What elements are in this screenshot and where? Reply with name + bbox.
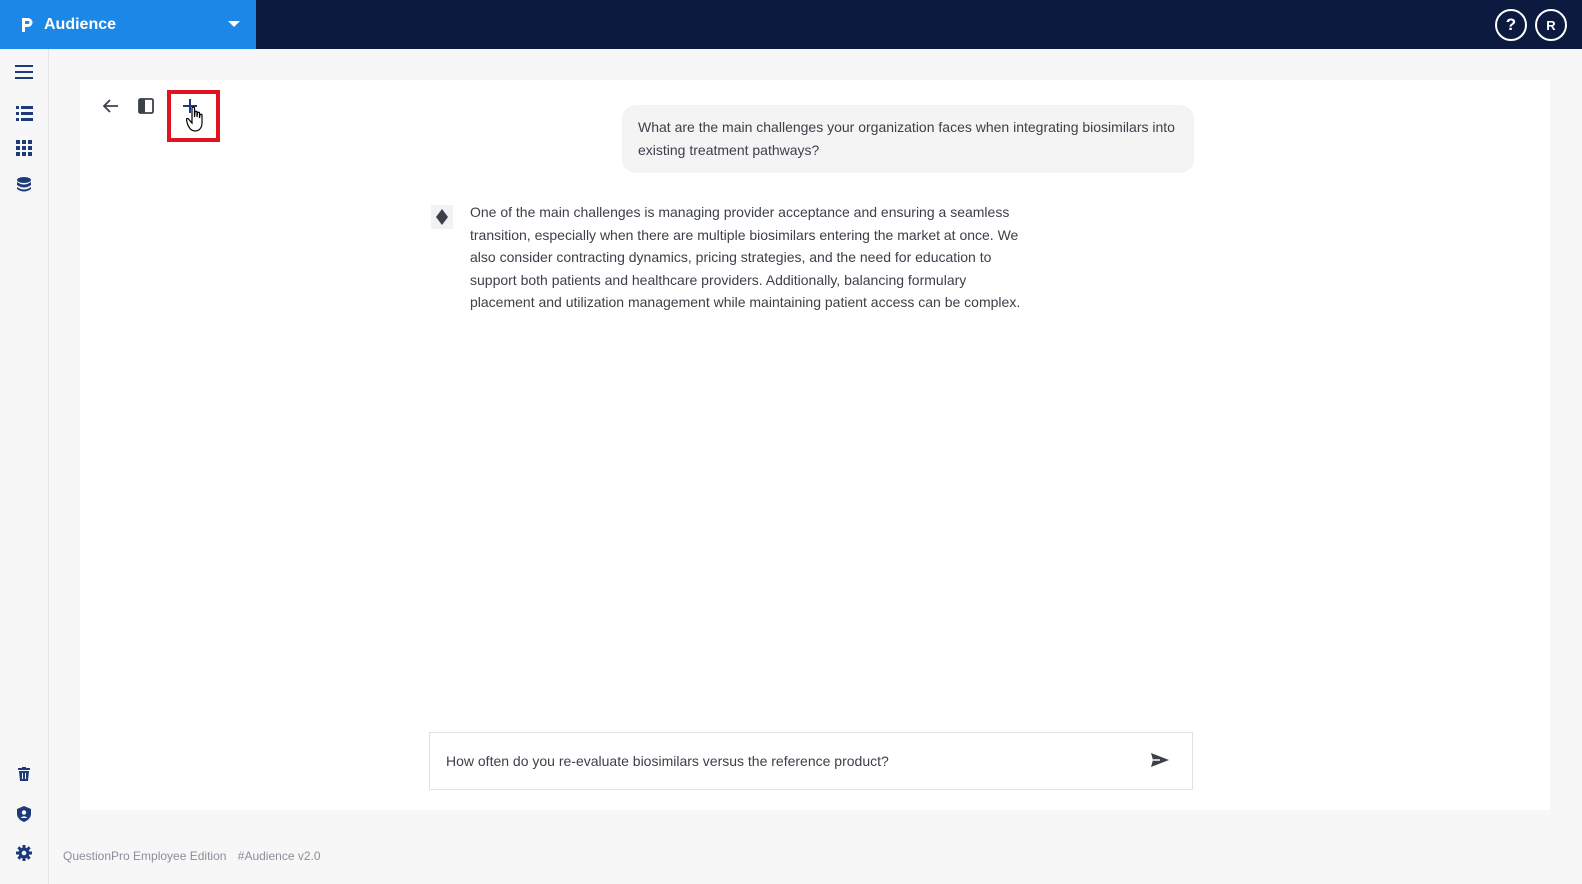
sidebar-toggle-icon <box>138 97 154 119</box>
chat-panel: What are the main challenges your organi… <box>80 80 1550 810</box>
grid-icon[interactable] <box>14 138 34 158</box>
user-message: What are the main challenges your organi… <box>622 105 1194 173</box>
ai-message: One of the main challenges is managing p… <box>470 204 1021 310</box>
left-sidebar <box>0 49 49 884</box>
ai-sparkle-icon <box>431 205 453 229</box>
footer-version: #Audience v2.0 <box>237 849 321 863</box>
chevron-down-icon <box>228 21 240 27</box>
toggle-history-button[interactable] <box>133 95 159 121</box>
highlight-box <box>167 90 220 142</box>
trash-icon[interactable] <box>14 764 34 784</box>
arrow-left-icon <box>102 98 119 118</box>
questionpro-logo-icon <box>18 16 36 34</box>
send-icon <box>1151 752 1169 772</box>
gear-icon[interactable] <box>14 843 34 863</box>
message-input[interactable] <box>446 753 1126 769</box>
menu-icon[interactable] <box>14 62 34 82</box>
help-button[interactable]: ? <box>1495 9 1527 41</box>
back-button[interactable] <box>98 95 124 121</box>
list-icon[interactable] <box>14 103 34 123</box>
shield-icon[interactable] <box>14 804 34 824</box>
user-avatar[interactable]: R <box>1535 9 1567 41</box>
database-icon[interactable] <box>14 174 34 194</box>
footer-edition: QuestionPro Employee Edition <box>63 849 227 863</box>
send-button[interactable] <box>1150 752 1170 772</box>
message-composer <box>429 732 1193 790</box>
top-bar: Audience ? R <box>0 0 1582 49</box>
footer: QuestionPro Employee Edition #Audience v… <box>63 849 329 863</box>
product-switcher[interactable]: Audience <box>0 0 256 49</box>
app-name: Audience <box>44 15 117 33</box>
